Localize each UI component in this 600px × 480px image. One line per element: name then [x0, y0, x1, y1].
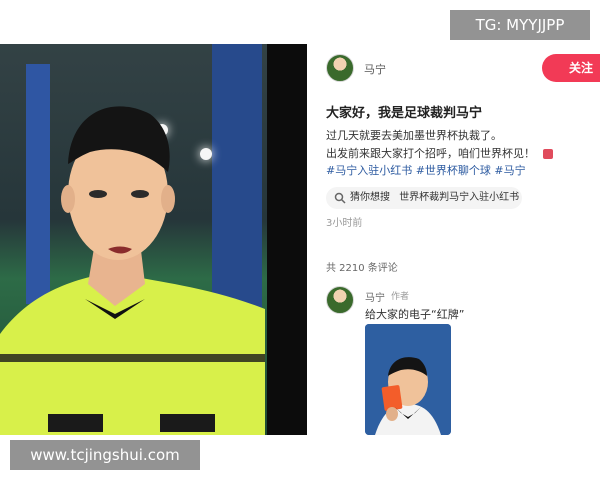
author-badge: 作者: [391, 292, 410, 302]
avatar[interactable]: [326, 54, 354, 82]
comment-image[interactable]: [365, 324, 451, 435]
watermark-top: TG: MYYJJPP: [450, 10, 590, 40]
search-suggestion[interactable]: 猜你想搜 世界杯裁判马宁入驻小红书: [326, 187, 522, 209]
post-line-2-text: 出发前来跟大家打个招呼，咱们世界杯见！: [326, 147, 535, 160]
emoji-icon: [542, 149, 553, 159]
comment-image-illustration: [365, 324, 451, 435]
comment-username[interactable]: 马宁: [365, 289, 385, 304]
username[interactable]: 马宁: [364, 61, 386, 77]
video-panel: [0, 44, 307, 435]
post-title: 大家好，我是足球裁判马宁: [326, 106, 483, 121]
search-prefix: 猜你想搜: [350, 192, 390, 203]
search-icon: [334, 192, 346, 204]
comment-text: 给大家的电子“红牌”: [365, 308, 465, 321]
search-suggestion-text: 猜你想搜 世界杯裁判马宁入驻小红书: [350, 187, 519, 209]
black-column: [267, 44, 307, 435]
referee-portrait: [0, 106, 265, 435]
search-query: 世界杯裁判马宁入驻小红书: [399, 192, 520, 203]
comment-avatar[interactable]: [326, 286, 354, 314]
post-time: 3小时前: [326, 218, 363, 229]
follow-button[interactable]: 关注: [542, 54, 600, 82]
hashtags[interactable]: #马宁入驻小红书 #世界杯聊个球 #马宁: [326, 162, 526, 178]
comment-count: 共 2210 条评论: [326, 263, 398, 274]
post-line-1: 过几天就要去美加墨世界杯执裁了。: [326, 129, 502, 142]
post-panel: 马宁 关注 大家好，我是足球裁判马宁 过几天就要去美加墨世界杯执裁了。 出发前来…: [307, 44, 600, 435]
watermark-bottom: www.tcjingshui.com: [10, 440, 200, 470]
post-line-2: 出发前来跟大家打个招呼，咱们世界杯见！: [326, 145, 553, 161]
